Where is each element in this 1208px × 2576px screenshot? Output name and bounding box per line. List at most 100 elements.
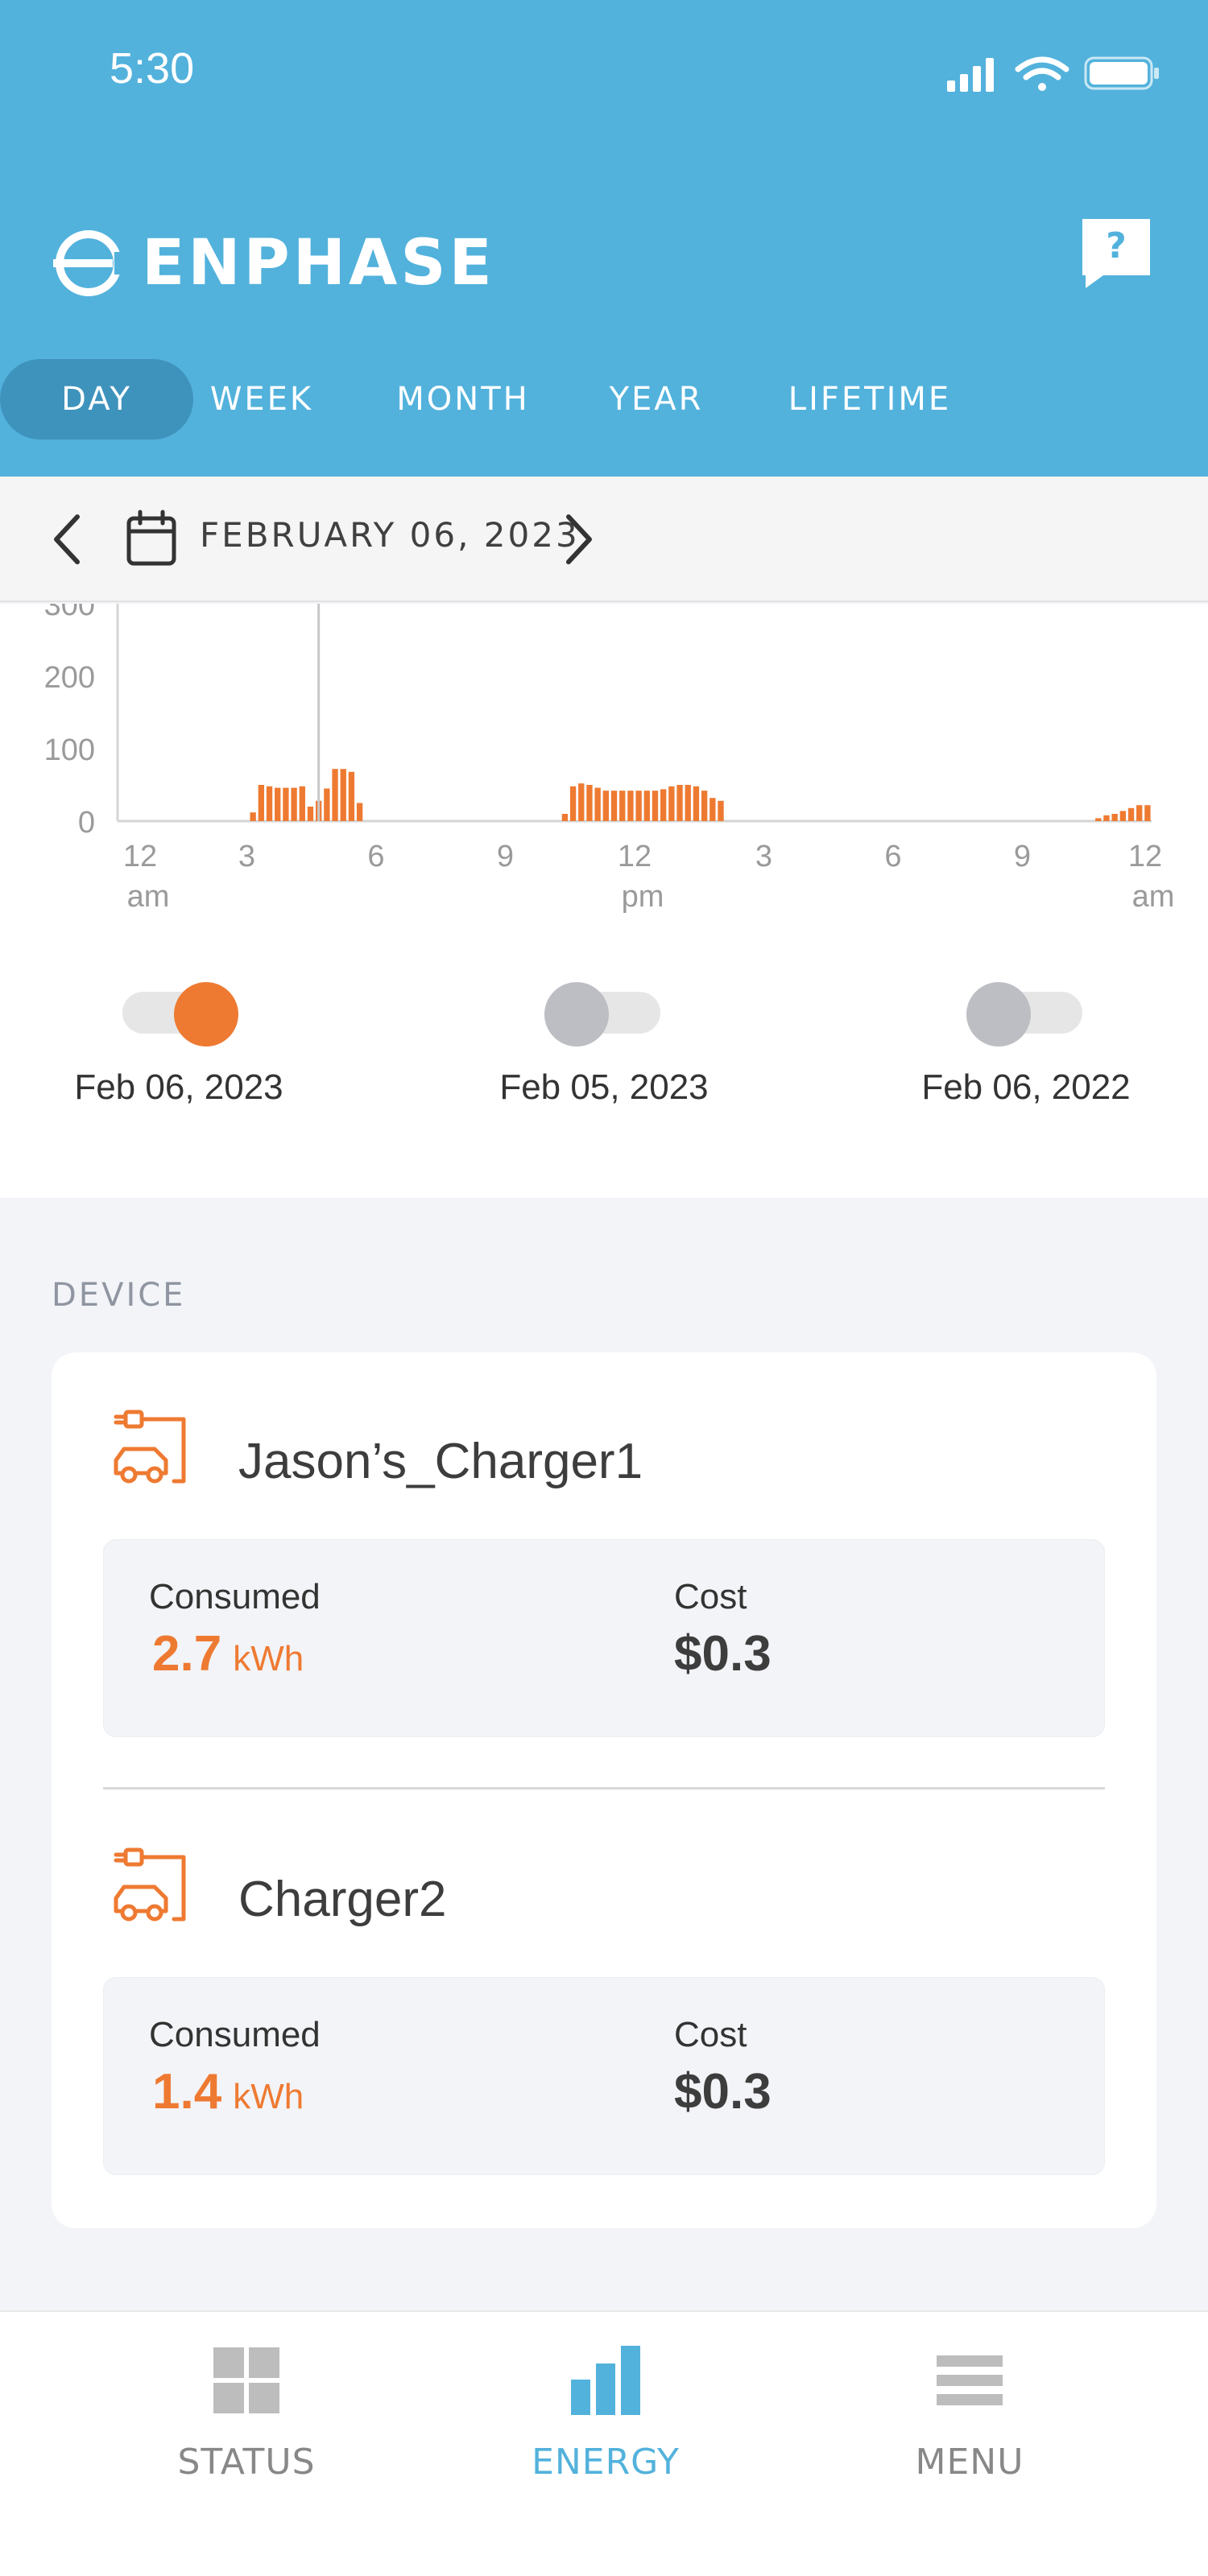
chart-bar <box>250 812 256 821</box>
chart-bar <box>610 791 618 821</box>
y-tick-label: 0 <box>78 806 95 840</box>
chart-bar <box>356 803 363 821</box>
chart-bar <box>660 789 667 821</box>
x-tick-label: 9 <box>1014 840 1031 873</box>
nav-status[interactable]: STATUS <box>126 2344 367 2483</box>
previous-date-button[interactable] <box>47 509 87 570</box>
tab-lifetime[interactable]: LIFETIME <box>781 359 958 440</box>
chart-bar <box>569 786 577 821</box>
cost-label: Cost <box>674 2015 747 2054</box>
chart-bar <box>602 791 609 821</box>
energy-bar-chart[interactable]: 300 200 100 0 12 am 3 6 9 12 pm 3 6 9 12 am <box>0 604 1208 934</box>
x-tick-label: 6 <box>884 840 901 873</box>
menu-icon <box>937 2355 1003 2405</box>
toggle-switch[interactable] <box>966 982 1086 1046</box>
nav-label: MENU <box>915 2442 1024 2483</box>
chart-bar <box>578 783 585 821</box>
next-date-button[interactable] <box>559 509 599 570</box>
chart-bar <box>718 800 724 821</box>
chart-bar <box>1119 811 1126 821</box>
chart-bar <box>685 785 691 821</box>
svg-text:?: ? <box>1106 225 1127 266</box>
ev-charger-icon <box>114 1847 186 1922</box>
chart-bar <box>676 785 683 821</box>
tab-week[interactable]: WEEK <box>201 359 322 440</box>
device-stats: Consumed 2.7 kWh Cost $0.3 <box>103 1539 1105 1737</box>
chart-bar <box>1103 815 1110 821</box>
chart-bar <box>1111 814 1118 821</box>
consumed-unit: kWh <box>233 2077 304 2116</box>
chevron-left-icon <box>54 514 80 564</box>
x-tick-label: 12 <box>618 840 652 873</box>
cost-value: $0.3 <box>674 1626 772 1682</box>
chart-bar <box>1127 807 1135 821</box>
chart-bar <box>652 791 659 821</box>
toggle-switch[interactable] <box>119 982 238 1046</box>
enphase-logo-icon <box>53 230 124 296</box>
tab-day[interactable]: DAY <box>0 359 193 440</box>
consumed-label: Consumed <box>149 1577 321 1616</box>
toggle-knob <box>174 982 238 1046</box>
toggle-knob <box>544 982 609 1046</box>
chart-bar <box>332 769 338 821</box>
chart-bar <box>1136 805 1143 821</box>
consumed-value: 1.4 kWh <box>152 2064 304 2120</box>
x-tick-label: 12 <box>123 840 157 873</box>
chart-bar <box>643 791 650 821</box>
chart-bar <box>324 788 330 821</box>
x-tick-label: 3 <box>238 840 255 873</box>
chart-bar <box>307 807 314 821</box>
chart-bar <box>701 791 708 821</box>
grid-icon <box>213 2347 279 2413</box>
chart-bar <box>635 791 642 821</box>
device-divider <box>103 1787 1105 1790</box>
x-tick-sublabel: pm <box>622 880 664 914</box>
y-tick-label: 300 <box>44 604 95 622</box>
status-time: 5:30 <box>110 44 195 93</box>
wifi-icon <box>1015 56 1069 91</box>
comparison-toggle-0[interactable]: Feb 06, 2023 <box>58 982 300 1108</box>
device-card: Jason’s_Charger1 Consumed 2.7 kWh Cost $0… <box>52 1352 1156 2228</box>
chart-bar <box>594 787 601 821</box>
chart-bar <box>258 785 264 821</box>
comparison-toggle-2[interactable]: Feb 06, 2022 <box>905 982 1147 1108</box>
chart-bar <box>348 771 355 821</box>
nav-label: STATUS <box>177 2442 316 2483</box>
x-tick-label: 12 <box>1128 840 1162 873</box>
nav-energy[interactable]: ENERGY <box>485 2344 726 2483</box>
chart-bar <box>291 787 297 821</box>
help-button[interactable]: ? <box>1079 216 1153 290</box>
bar-chart-icon <box>571 2346 640 2415</box>
comparison-label: Feb 06, 2023 <box>74 1067 283 1107</box>
chart-bar <box>340 769 346 821</box>
chart-bar <box>299 786 305 821</box>
chart-bar <box>627 791 634 821</box>
x-tick-sublabel: am <box>1132 880 1175 914</box>
y-tick-label: 200 <box>44 661 95 695</box>
tab-month[interactable]: MONTH <box>395 359 532 440</box>
signal-icon <box>947 58 994 92</box>
chart-bar <box>619 791 626 821</box>
toggle-switch[interactable] <box>544 982 664 1046</box>
x-tick-label: 3 <box>755 840 772 873</box>
nav-menu[interactable]: MENU <box>849 2344 1090 2483</box>
energy-chart-section: 300 200 100 0 12 am 3 6 9 12 pm 3 6 9 12 am Feb 06, 202… <box>0 604 1208 1198</box>
consumed-value: 2.7 kWh <box>152 1626 304 1682</box>
chart-bar <box>275 787 281 821</box>
consumed-label: Consumed <box>149 2015 321 2054</box>
chart-bar <box>709 798 716 821</box>
battery-icon <box>1084 56 1159 90</box>
selected-date[interactable]: FEBRUARY 06, 2023 <box>200 515 580 555</box>
tab-year[interactable]: YEAR <box>596 359 717 440</box>
app-header: 5:30 ENPHASE ? DAY WEEK MONTH YEAR LIFET… <box>0 0 1208 477</box>
calendar-icon[interactable] <box>126 509 177 567</box>
consumed-unit: kWh <box>233 1639 304 1678</box>
chart-bar <box>1144 805 1151 821</box>
cost-label: Cost <box>674 1577 747 1616</box>
x-tick-sublabel: am <box>127 880 170 914</box>
chart-bar <box>266 786 273 821</box>
comparison-toggle-1[interactable]: Feb 05, 2023 <box>483 982 725 1108</box>
x-tick-label: 6 <box>367 840 384 873</box>
chart-bar <box>668 786 675 821</box>
chart-bar <box>1095 818 1102 821</box>
